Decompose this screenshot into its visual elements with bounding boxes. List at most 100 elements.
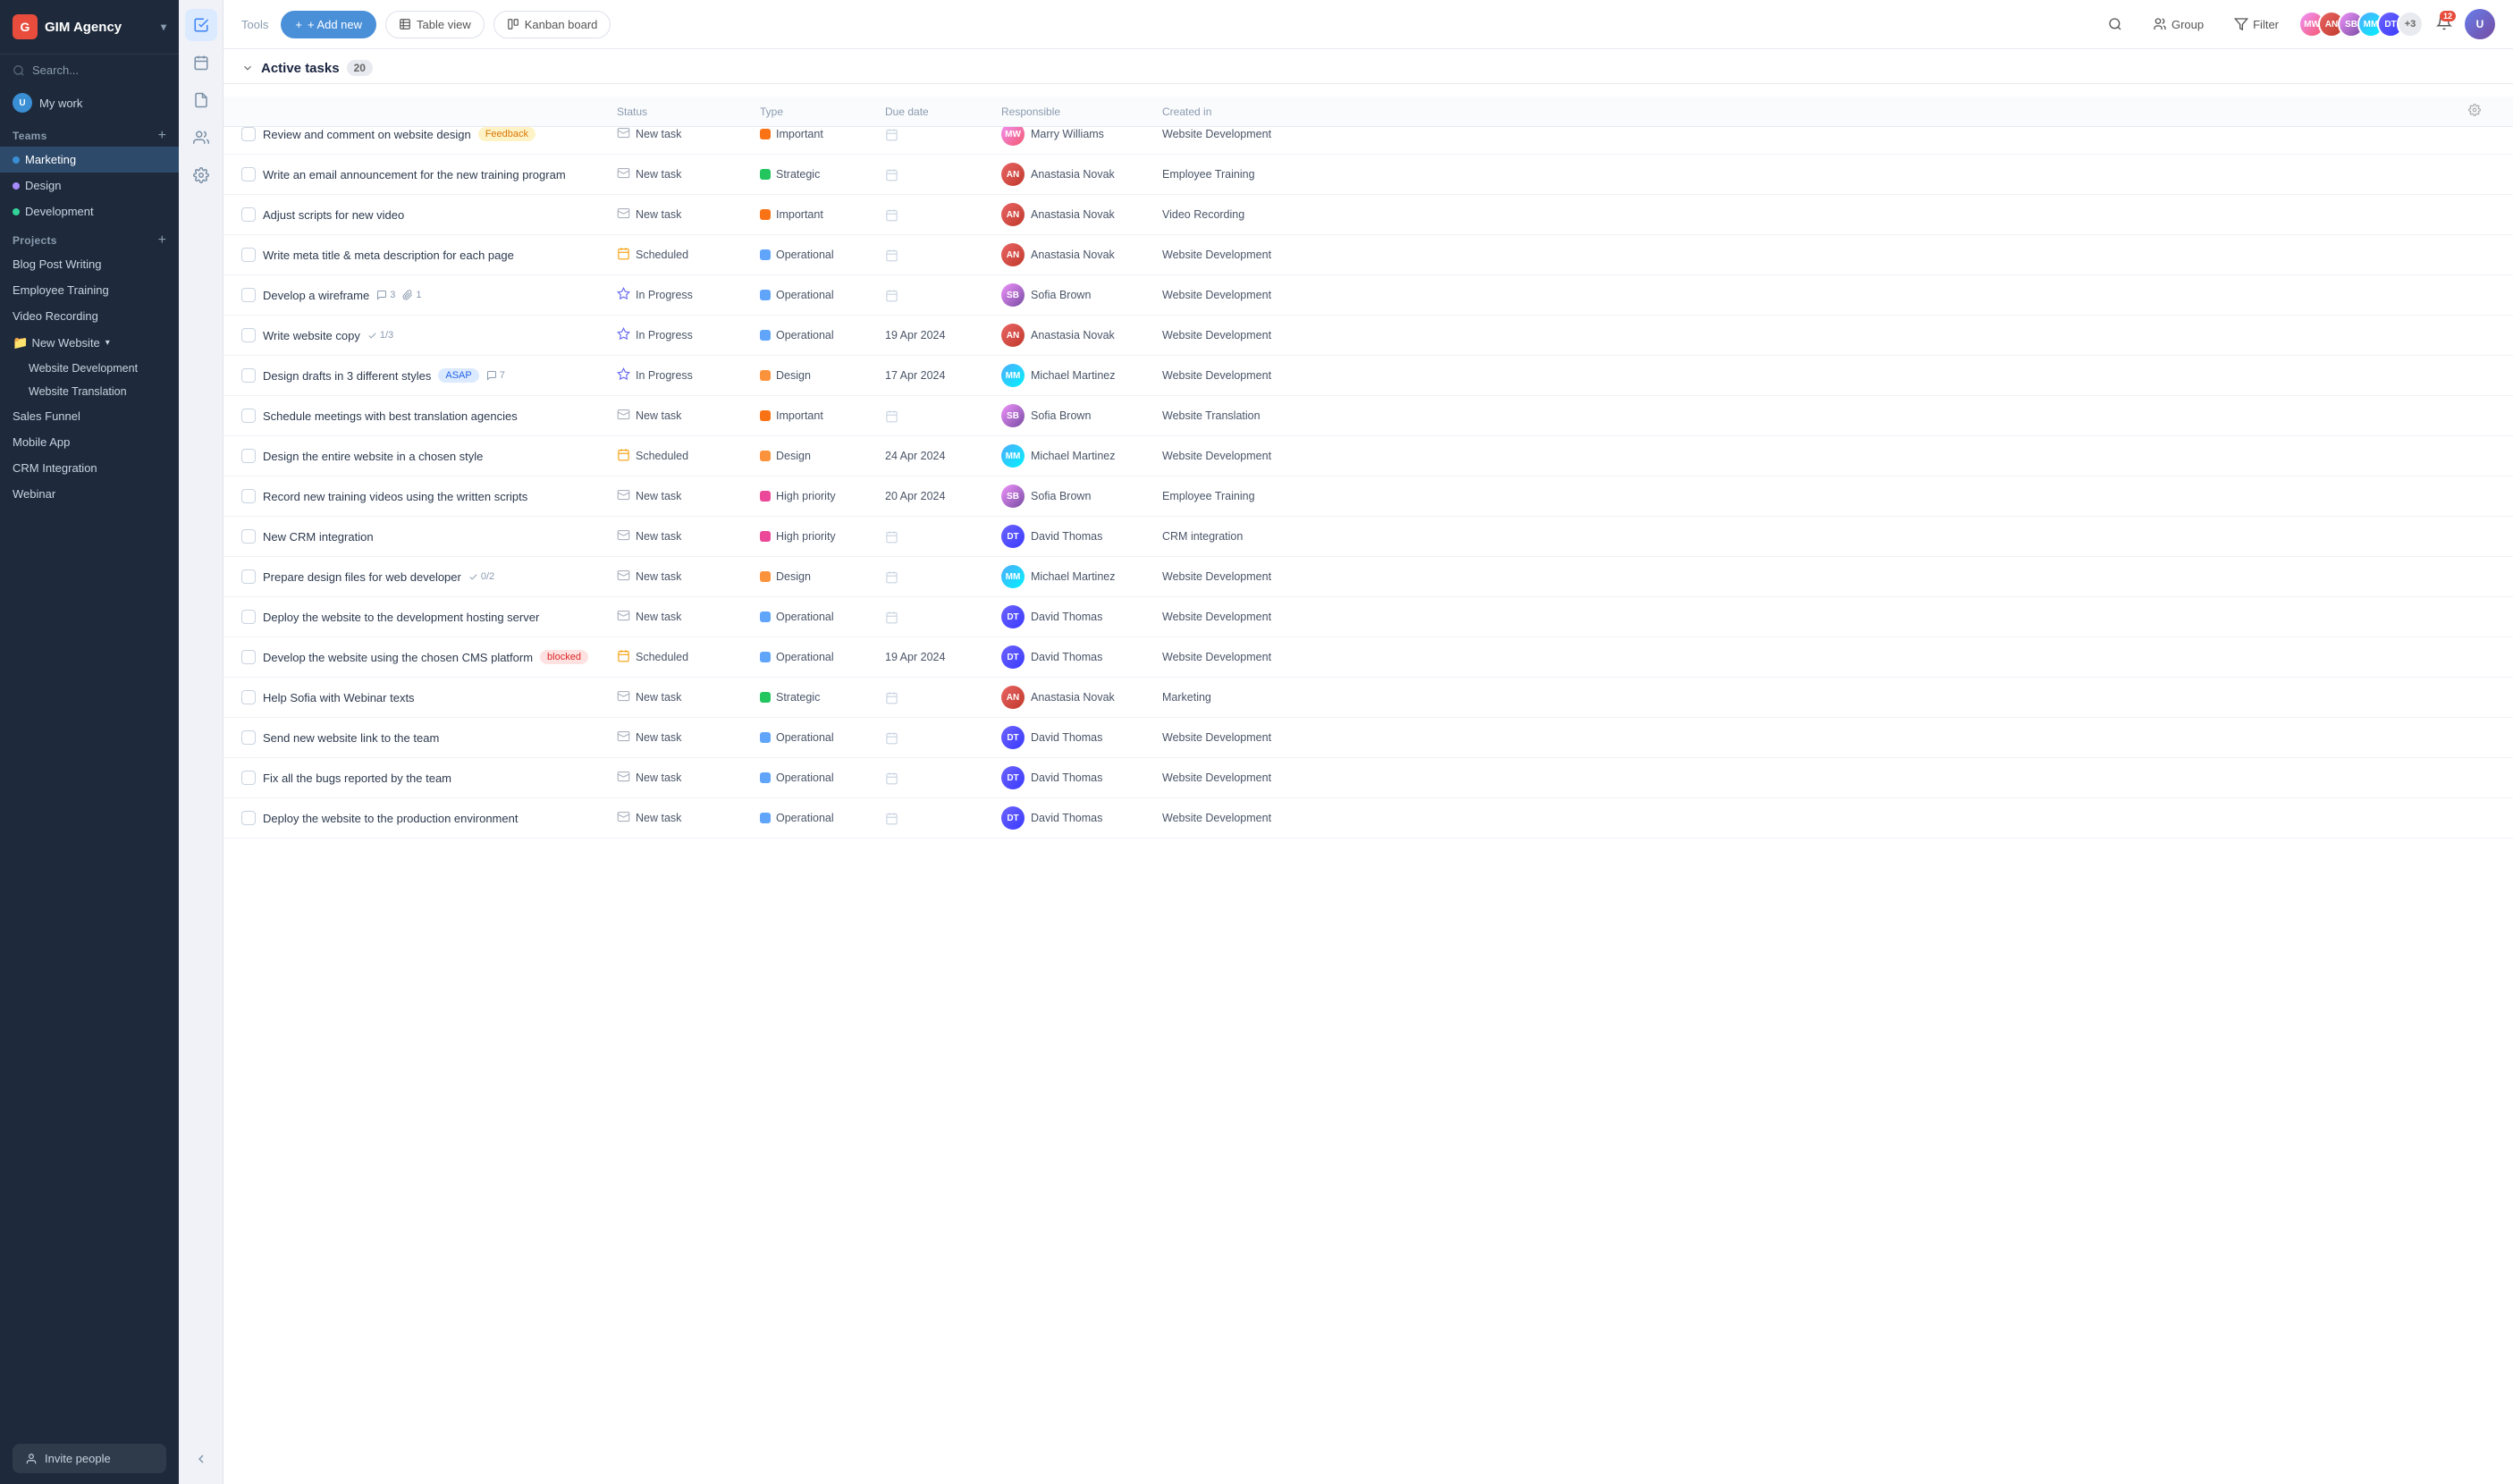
responsible-name: Anastasia Novak [1031, 249, 1115, 261]
avatar-extra[interactable]: +3 [2397, 11, 2424, 38]
sidebar-item-new-website[interactable]: 📁 New Website ▾ [0, 329, 179, 357]
table-row[interactable]: Help Sofia with Webinar texts New task S… [223, 678, 2513, 718]
sidebar-item-blog[interactable]: Blog Post Writing [0, 251, 179, 277]
task-status-cell: Scheduled [617, 247, 760, 263]
kanban-board-button[interactable]: Kanban board [493, 11, 611, 38]
sidebar-item-design[interactable]: Design [0, 173, 179, 198]
task-checkbox[interactable] [241, 730, 256, 745]
table-row[interactable]: Write meta title & meta description for … [223, 235, 2513, 275]
table-row[interactable]: Record new training videos using the wri… [223, 476, 2513, 517]
table-row[interactable]: Develop the website using the chosen CMS… [223, 637, 2513, 678]
status-icon [617, 166, 630, 182]
invite-people-button[interactable]: Invite people [13, 1444, 166, 1473]
sidebar-item-web-dev[interactable]: Website Development [21, 357, 179, 380]
sidebar-item-employee[interactable]: Employee Training [0, 277, 179, 303]
table-row[interactable]: Write an email announcement for the new … [223, 155, 2513, 195]
table-row[interactable]: Schedule meetings with best translation … [223, 396, 2513, 436]
table-row[interactable]: Write website copy 1/3 In Progress Opera… [223, 316, 2513, 356]
task-checkbox[interactable] [241, 288, 256, 302]
table-row[interactable]: Send new website link to the team New ta… [223, 718, 2513, 758]
type-dot [760, 491, 771, 502]
filter-button[interactable]: Filter [2223, 11, 2290, 38]
status-icon [617, 207, 630, 223]
add-icon: + [295, 18, 302, 31]
sidebar-item-webinar[interactable]: Webinar [0, 481, 179, 507]
sidebar-item-development[interactable]: Development [0, 198, 179, 224]
task-checkbox[interactable] [241, 771, 256, 785]
icon-bar-users[interactable] [185, 122, 217, 154]
task-checkbox[interactable] [241, 167, 256, 181]
task-checkbox[interactable] [241, 409, 256, 423]
search-button-toolbar[interactable] [2097, 11, 2133, 38]
task-name-cell: Adjust scripts for new video [241, 207, 617, 222]
task-checkbox[interactable] [241, 328, 256, 342]
task-due-cell [885, 812, 1001, 825]
design-dot [13, 182, 20, 190]
task-type-cell: Design [760, 369, 885, 382]
icon-bar-settings[interactable] [185, 159, 217, 191]
table-row[interactable]: Design the entire website in a chosen st… [223, 436, 2513, 476]
status-icon [617, 810, 630, 826]
table-row[interactable]: Deploy the website to the development ho… [223, 597, 2513, 637]
projects-add-button[interactable]: + [158, 233, 166, 248]
responsible-name: Sofia Brown [1031, 409, 1091, 422]
type-text: Important [776, 409, 823, 422]
group-icon [2153, 17, 2167, 31]
type-text: Operational [776, 249, 834, 261]
my-work-button[interactable]: U My work [0, 86, 179, 120]
task-type-cell: High priority [760, 530, 885, 543]
app-logo[interactable]: G GIM Agency ▾ [0, 0, 179, 55]
table-row[interactable]: Design drafts in 3 different styles ASAP… [223, 356, 2513, 396]
table-row[interactable]: Deploy the website to the production env… [223, 798, 2513, 839]
status-icon [617, 287, 630, 303]
icon-bar-collapse[interactable] [185, 1443, 217, 1475]
sidebar-item-sales[interactable]: Sales Funnel [0, 403, 179, 429]
section-toggle[interactable]: Active tasks 20 [241, 60, 373, 76]
task-checkbox[interactable] [241, 529, 256, 544]
notification-button[interactable]: 12 [2433, 11, 2456, 38]
due-date-text: 24 Apr 2024 [885, 450, 945, 462]
calendar-empty-icon [885, 611, 898, 624]
task-status-cell: New task [617, 729, 760, 746]
group-button[interactable]: Group [2142, 11, 2214, 38]
teams-add-button[interactable]: + [158, 129, 166, 143]
table-row[interactable]: New CRM integration New task High priori… [223, 517, 2513, 557]
table-row[interactable]: Fix all the bugs reported by the team Ne… [223, 758, 2513, 798]
icon-bar-tasks[interactable] [185, 9, 217, 41]
chevron-down-section-icon [241, 62, 254, 74]
table-row[interactable]: Adjust scripts for new video New task Im… [223, 195, 2513, 235]
task-checkbox[interactable] [241, 368, 256, 383]
task-checkbox[interactable] [241, 207, 256, 222]
task-checkbox[interactable] [241, 650, 256, 664]
task-status-cell: New task [617, 528, 760, 544]
task-checkbox[interactable] [241, 127, 256, 141]
sidebar-item-video[interactable]: Video Recording [0, 303, 179, 329]
sidebar-item-web-trans[interactable]: Website Translation [21, 380, 179, 403]
type-dot [760, 410, 771, 421]
user-avatar[interactable]: U [2465, 9, 2495, 39]
icon-bar-calendar[interactable] [185, 46, 217, 79]
task-checkbox[interactable] [241, 489, 256, 503]
table-row[interactable]: Prepare design files for web developer 0… [223, 557, 2513, 597]
task-checkbox[interactable] [241, 569, 256, 584]
task-type-cell: Important [760, 208, 885, 221]
table-view-button[interactable]: Table view [385, 11, 485, 38]
responsible-avatar: DT [1001, 766, 1025, 789]
responsible-name: David Thomas [1031, 772, 1102, 784]
sidebar-item-mobile[interactable]: Mobile App [0, 429, 179, 455]
task-checkbox[interactable] [241, 449, 256, 463]
sidebar-item-crm[interactable]: CRM Integration [0, 455, 179, 481]
search-button[interactable]: Search... [0, 55, 179, 86]
col-header-settings[interactable] [2468, 104, 2495, 119]
task-checkbox[interactable] [241, 690, 256, 704]
task-checkbox[interactable] [241, 610, 256, 624]
task-checkbox[interactable] [241, 811, 256, 825]
task-status-cell: New task [617, 810, 760, 826]
sidebar-item-marketing[interactable]: Marketing [0, 147, 179, 173]
task-responsible-cell: AN Anastasia Novak [1001, 243, 1162, 266]
icon-bar-docs[interactable] [185, 84, 217, 116]
col-header-status: Status [617, 105, 760, 118]
task-checkbox[interactable] [241, 248, 256, 262]
table-row[interactable]: Develop a wireframe 3 1 In Progress Oper… [223, 275, 2513, 316]
add-new-button[interactable]: + + Add new [281, 11, 376, 38]
